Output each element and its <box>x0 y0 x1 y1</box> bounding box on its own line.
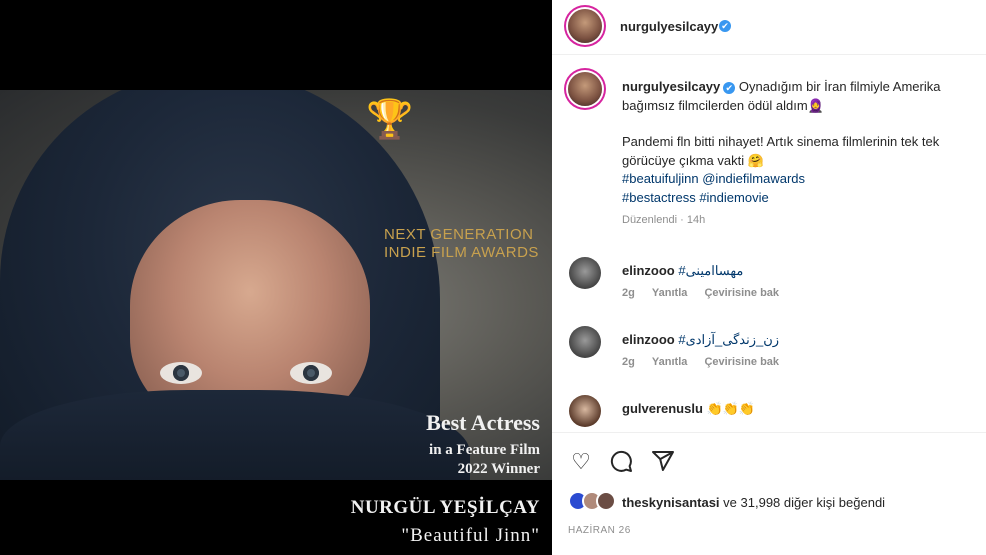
comment-line: elinzooo #زن_زندگی_آزادی <box>622 332 779 348</box>
liker-avatars <box>568 491 620 511</box>
award-logo-line1: NEXT GENERATION <box>384 226 534 243</box>
left-eye <box>160 362 202 384</box>
post-side-panel: nurgulyesilcayy ✔ nurgulyesilcayy ✔ Oynad… <box>552 0 986 555</box>
best-actress-text: Best Actress <box>426 410 540 435</box>
likes-summary[interactable]: theskynisantasi ve 31,998 diğer kişi beğ… <box>568 491 978 513</box>
comment-username[interactable]: elinzooo <box>622 332 675 347</box>
post-date: HAZİRAN 26 <box>568 525 631 536</box>
caption-body: nurgulyesilcayy ✔ Oynadığım bir İran film… <box>622 78 977 230</box>
translate-button[interactable]: Çevirisine bak <box>704 356 779 368</box>
hashtags-row2[interactable]: #bestactress #indiemovie <box>622 190 769 205</box>
liker-avatar <box>596 491 616 511</box>
caption-author-avatar[interactable] <box>568 72 602 106</box>
comment-item: gulverenuslu 👏👏👏 <box>552 395 986 431</box>
comment-username[interactable]: elinzooo <box>622 263 675 278</box>
reply-button[interactable]: Yanıtla <box>652 356 687 368</box>
like-icon[interactable]: ♡ <box>568 449 594 475</box>
likes-text: theskynisantasi ve 31,998 diğer kişi beğ… <box>622 495 885 510</box>
post-actions-bar: ♡ <box>552 432 986 493</box>
comment-meta: 2g Yanıtla Çevirisine bak <box>622 287 793 299</box>
comment-text[interactable]: #مهساامینی <box>678 263 743 278</box>
edited-time: 14h <box>686 214 706 226</box>
likes-rest: ve 31,998 diğer kişi beğendi <box>723 495 886 510</box>
author-username[interactable]: nurgulyesilcayy <box>620 19 718 34</box>
comment-text[interactable]: #زن_زندگی_آزادی <box>678 332 779 347</box>
award-logo-line2: INDIE FILM AWARDS <box>384 244 539 261</box>
comment-line: elinzooo #مهساامینی <box>622 263 743 279</box>
comment-username[interactable]: gulverenuslu <box>622 401 703 416</box>
comment-icon[interactable] <box>608 449 634 475</box>
caption-meta: Düzenlendi · 14h <box>622 214 706 226</box>
comment-item: elinzooo #مهساامینی 2g Yanıtla Çevirisin… <box>552 257 986 317</box>
film-title-text: "Beautiful Jinn" <box>401 525 540 546</box>
comment-meta: 2g Yanıtla Çevirisine bak <box>622 356 793 368</box>
edited-label: Düzenlendi <box>622 214 678 226</box>
verified-badge-icon: ✔ <box>719 20 731 32</box>
reply-button[interactable]: Yanıtla <box>652 287 687 299</box>
comment-text: 👏👏👏 <box>706 401 756 416</box>
author-avatar[interactable] <box>568 9 602 43</box>
post-header: nurgulyesilcayy ✔ <box>552 0 986 55</box>
woman-emoji-icon: 🧕 <box>807 97 824 113</box>
actress-name-text: NURGÜL YEŞİLÇAY <box>350 497 540 518</box>
translate-button[interactable]: Çevirisine bak <box>704 287 779 299</box>
hashtags-row1[interactable]: #beatuifuljinn @indiefilmawards <box>622 171 805 186</box>
commenter-avatar[interactable] <box>569 326 601 358</box>
first-liker[interactable]: theskynisantasi <box>622 495 720 510</box>
verified-badge-icon: ✔ <box>723 81 736 94</box>
commenter-avatar[interactable] <box>569 395 601 427</box>
comment-line: gulverenuslu 👏👏👏 <box>622 401 755 417</box>
share-icon[interactable] <box>650 449 676 475</box>
trophy-icon: 🏆 <box>366 99 414 141</box>
comment-age: 2g <box>622 287 635 299</box>
caption-username[interactable]: nurgulyesilcayy <box>622 79 720 94</box>
hug-emoji-icon: 🤗 <box>747 152 764 168</box>
winner-year-text: 2022 Winner <box>457 461 540 477</box>
comment-item: elinzooo #زن_زندگی_آزادی 2g Yanıtla Çevi… <box>552 326 986 386</box>
feature-film-text: in a Feature Film <box>429 442 540 458</box>
right-eye <box>290 362 332 384</box>
comment-age: 2g <box>622 356 635 368</box>
caption-line2: Pandemi fln bitti nihayet! Artık sinema … <box>622 134 940 168</box>
commenter-avatar[interactable] <box>569 257 601 289</box>
post-media[interactable]: 🏆 NEXT GENERATION INDIE FILM AWARDS Best… <box>0 0 552 555</box>
